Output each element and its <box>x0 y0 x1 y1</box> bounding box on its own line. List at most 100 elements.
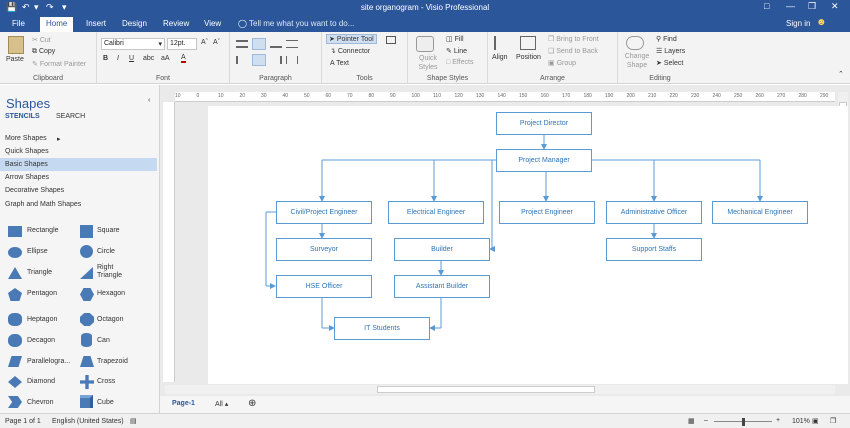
switch-windows-icon[interactable]: ❐ <box>830 417 836 425</box>
rectangle-icon[interactable] <box>8 226 22 237</box>
maximize-icon[interactable]: ❐ <box>808 1 816 12</box>
zoom-slider-thumb[interactable] <box>742 418 745 426</box>
change-case-icon[interactable]: aA <box>161 55 170 62</box>
fill-button[interactable]: ◫ Fill <box>446 35 464 43</box>
align-right-icon[interactable] <box>270 56 282 64</box>
fit-page-icon[interactable]: ▦ <box>688 417 695 425</box>
node-electrical-engineer[interactable]: Electrical Engineer <box>388 201 484 224</box>
quick-styles-button[interactable]: Quick Styles <box>414 54 442 72</box>
node-project-manager[interactable]: Project Manager <box>496 149 592 172</box>
align-middle-icon[interactable] <box>252 38 266 50</box>
find-button[interactable]: ⚲ Find <box>656 35 677 43</box>
node-administrative-officer[interactable]: Administrative Officer <box>606 201 702 224</box>
align-left-icon[interactable] <box>236 56 248 64</box>
change-shape-icon[interactable] <box>626 36 644 50</box>
pentagon-icon[interactable] <box>8 288 22 301</box>
node-project-engineer[interactable]: Project Engineer <box>499 201 595 224</box>
position-icon[interactable] <box>520 36 536 50</box>
cube-icon[interactable] <box>80 395 93 408</box>
rectangle-tool-icon[interactable] <box>386 36 396 44</box>
hexagon-label[interactable]: Hexagon <box>97 290 125 297</box>
tab-review[interactable]: Review <box>163 19 189 28</box>
font-family-select[interactable]: Calibri ▾ <box>101 38 165 50</box>
bold-icon[interactable]: B <box>103 55 108 62</box>
tab-home[interactable]: Home <box>40 17 74 32</box>
node-builder[interactable]: Builder <box>394 238 490 261</box>
effects-button[interactable]: □ Effects <box>446 59 473 66</box>
node-project-director[interactable]: Project Director <box>496 112 592 135</box>
position-button[interactable]: Position <box>516 54 541 61</box>
graph-math-shapes-item[interactable]: Graph and Math Shapes <box>5 201 81 208</box>
right-triangle-icon[interactable] <box>80 267 93 279</box>
zoom-out-icon[interactable]: – <box>704 417 708 424</box>
parallelogram-label[interactable]: Parallelogra... <box>27 358 70 365</box>
horizontal-scroll-thumb[interactable] <box>377 386 595 393</box>
close-icon[interactable]: ✕ <box>831 1 839 12</box>
node-civil-engineer[interactable]: Civil/Project Engineer <box>276 201 372 224</box>
trapezoid-icon[interactable] <box>80 356 94 367</box>
trapezoid-label[interactable]: Trapezoid <box>97 358 128 365</box>
diamond-icon[interactable] <box>8 376 22 388</box>
add-page-icon[interactable]: ⊕ <box>248 398 256 409</box>
decorative-shapes-item[interactable]: Decorative Shapes <box>5 187 64 194</box>
horizontal-scrollbar[interactable] <box>165 385 835 394</box>
ribbon-options-icon[interactable]: □ <box>764 1 769 11</box>
tab-insert[interactable]: Insert <box>86 19 106 28</box>
line-button[interactable]: ✎ Line <box>446 47 467 55</box>
language-status[interactable]: English (United States) <box>52 418 124 425</box>
can-label[interactable]: Can <box>97 337 110 344</box>
select-button[interactable]: ➤ Select <box>656 59 683 67</box>
font-color-icon[interactable]: A <box>181 54 186 63</box>
collapse-ribbon-icon[interactable]: ⌃ <box>838 70 844 78</box>
quick-shapes-item[interactable]: Quick Shapes <box>5 148 49 155</box>
pentagon-label[interactable]: Pentagon <box>27 290 57 297</box>
tab-file[interactable]: File <box>12 19 25 28</box>
triangle-label[interactable]: Triangle <box>27 269 52 276</box>
node-surveyor[interactable]: Surveyor <box>276 238 372 261</box>
align-top-icon[interactable] <box>236 40 248 48</box>
tab-search[interactable]: SEARCH <box>56 113 85 120</box>
align-icon[interactable] <box>494 36 510 50</box>
cube-label[interactable]: Cube <box>97 399 114 406</box>
ellipse-icon[interactable] <box>8 247 22 258</box>
arrow-shapes-item[interactable]: Arrow Shapes <box>5 174 49 181</box>
octagon-icon[interactable] <box>80 313 94 326</box>
zoom-level[interactable]: 101% <box>792 418 810 425</box>
send-to-back-button[interactable]: ❏ Send to Back <box>548 47 598 55</box>
node-hse-officer[interactable]: HSE Officer <box>276 275 372 298</box>
align-center-icon[interactable] <box>252 54 266 66</box>
copy-button[interactable]: ⧉ Copy <box>32 48 55 56</box>
justify-icon[interactable] <box>286 56 298 64</box>
layers-button[interactable]: ☰ Layers <box>656 47 685 55</box>
cut-button[interactable]: ✂ Cut <box>32 36 51 44</box>
minimize-icon[interactable]: — <box>786 1 795 11</box>
basic-shapes-item[interactable]: Basic Shapes <box>5 161 48 168</box>
format-painter-button[interactable]: ✎ Format Painter <box>32 60 86 68</box>
tab-design[interactable]: Design <box>122 19 147 28</box>
tab-view[interactable]: View <box>204 19 221 28</box>
chevron-icon[interactable] <box>8 396 22 408</box>
italic-icon[interactable]: I <box>117 55 119 62</box>
ellipse-label[interactable]: Ellipse <box>27 248 48 255</box>
rectangle-label[interactable]: Rectangle <box>27 227 59 234</box>
cross-icon[interactable] <box>80 375 94 389</box>
connector-button[interactable]: ↴ Connector <box>330 47 370 55</box>
smiley-icon[interactable]: ☻ <box>816 17 827 28</box>
node-support-staffs[interactable]: Support Staffs <box>606 238 702 261</box>
tab-stencils[interactable]: STENCILS <box>5 113 40 120</box>
circle-label[interactable]: Circle <box>97 248 115 255</box>
can-icon[interactable] <box>81 333 92 347</box>
zoom-in-icon[interactable]: + <box>776 417 780 424</box>
font-size-select[interactable]: 12pt. <box>167 38 197 50</box>
bring-to-front-button[interactable]: ❐ Bring to Front <box>548 35 599 43</box>
square-label[interactable]: Square <box>97 227 120 234</box>
collapse-pane-icon[interactable]: ‹ <box>148 97 150 104</box>
more-shapes-item[interactable]: More Shapes <box>5 135 47 142</box>
text-button[interactable]: A Text <box>330 60 349 67</box>
group-button[interactable]: ▣ Group <box>548 59 576 67</box>
quick-styles-icon[interactable] <box>416 36 434 52</box>
heptagon-label[interactable]: Heptagon <box>27 316 57 323</box>
align-bottom-icon[interactable] <box>270 40 282 48</box>
decagon-label[interactable]: Decagon <box>27 337 55 344</box>
fit-window-icon[interactable]: ▣ <box>812 417 819 425</box>
